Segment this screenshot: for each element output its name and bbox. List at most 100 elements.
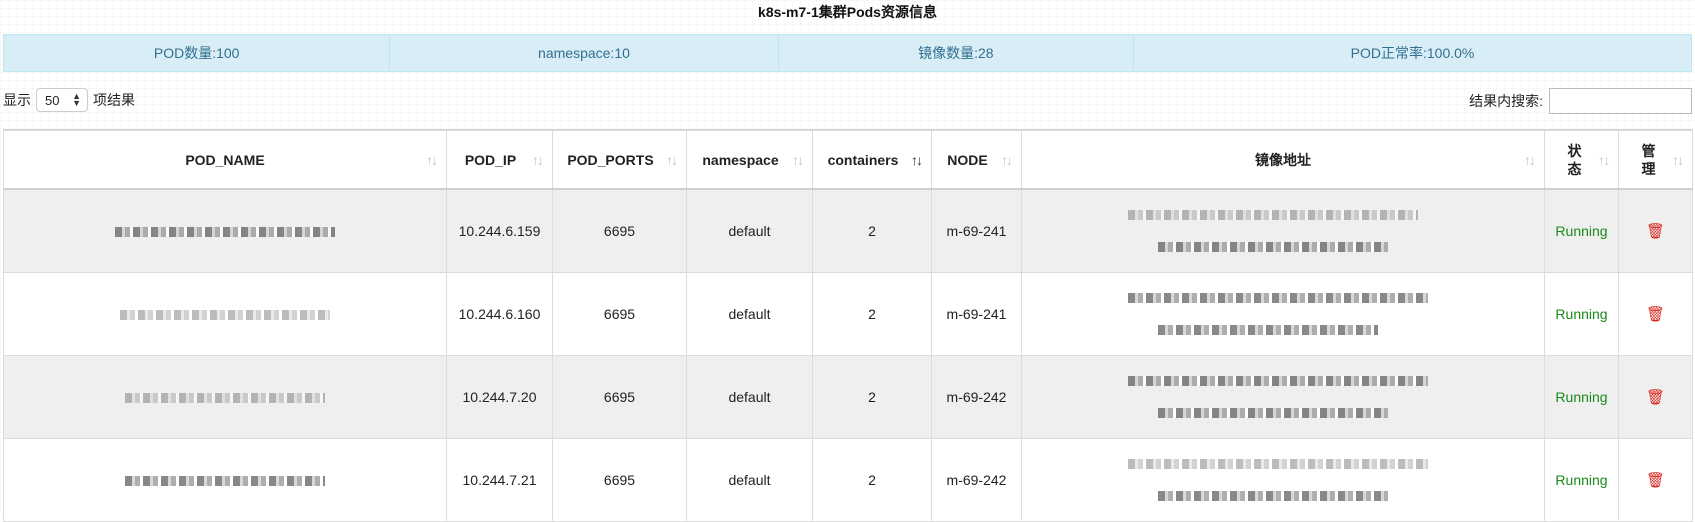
- redacted-pod-name: [120, 310, 330, 321]
- trash-icon[interactable]: 🗑: [1646, 305, 1665, 323]
- pod-ports-cell: 6695: [552, 355, 687, 439]
- sort-icon: ↑↓: [1001, 151, 1013, 168]
- col-label: containers: [827, 151, 899, 168]
- redacted-image: [1128, 376, 1428, 386]
- node-cell: m-69-242: [931, 438, 1022, 522]
- image-cell: [1021, 188, 1545, 273]
- redacted-image: [1158, 408, 1388, 418]
- col-pod-name[interactable]: POD_NAME ↑↓: [3, 129, 447, 190]
- sort-icon: ↑↓: [1598, 151, 1610, 168]
- col-pod-ip[interactable]: POD_IP ↑↓: [446, 129, 553, 190]
- containers-cell: 2: [812, 188, 932, 273]
- sort-icon: ↑↓: [532, 151, 544, 168]
- col-label: POD_PORTS: [567, 151, 654, 168]
- node-cell: m-69-241: [931, 272, 1022, 356]
- node-name: m-69-242: [946, 472, 1007, 488]
- image-cell: [1021, 272, 1545, 356]
- page-length-control: 显示 50 ▲ ▼ 项结果: [3, 88, 135, 112]
- redacted-image: [1158, 325, 1378, 335]
- stat-image-count: 镜像数量:28: [779, 35, 1134, 71]
- length-suffix: 项结果: [93, 92, 135, 108]
- stat-namespace-count: namespace:10: [390, 35, 779, 71]
- stats-bar: POD数量:100 namespace:10 镜像数量:28 POD正常率:10…: [3, 34, 1692, 72]
- col-manage[interactable]: 管理 ↑↓: [1618, 129, 1693, 190]
- table-row: 10.244.7.20 6695 default 2 m-69-242 Runn…: [3, 355, 1693, 439]
- stat-pod-health: POD正常率:100.0%: [1350, 45, 1475, 61]
- page-length-select[interactable]: 50 ▲ ▼: [36, 88, 88, 112]
- trash-icon[interactable]: 🗑: [1646, 222, 1665, 240]
- col-label: POD_NAME: [185, 151, 265, 168]
- manage-cell: 🗑: [1618, 188, 1693, 273]
- col-label: 镜像地址: [1255, 151, 1311, 168]
- pod-name-cell: [3, 188, 447, 273]
- table-row: 10.244.7.21 6695 default 2 m-69-242 Runn…: [3, 438, 1693, 522]
- node-name: m-69-242: [946, 389, 1007, 405]
- col-label: namespace: [702, 151, 779, 168]
- sort-icon: ↑↓: [792, 151, 804, 168]
- pod-ip-cell: 10.244.6.160: [446, 272, 553, 356]
- pod-ports-cell: 6695: [552, 188, 687, 273]
- containers-cell: 2: [812, 438, 932, 522]
- trash-icon[interactable]: 🗑: [1646, 471, 1665, 489]
- search-input[interactable]: [1549, 88, 1692, 114]
- page-length-value: 50: [45, 92, 60, 108]
- col-label: 状态: [1567, 142, 1582, 177]
- manage-cell: 🗑: [1618, 438, 1693, 522]
- namespace-cell: default: [686, 272, 813, 356]
- status-cell: Running: [1544, 355, 1619, 439]
- stat-pod-count: POD数量:100: [4, 35, 391, 71]
- node-cell: m-69-242: [931, 355, 1022, 439]
- containers-cell: 2: [812, 272, 932, 356]
- table-row: 10.244.6.160 6695 default 2 m-69-241 Run…: [3, 272, 1693, 356]
- namespace-cell: default: [686, 188, 813, 273]
- col-label: 管理: [1641, 142, 1656, 177]
- pod-ports-cell: 6695: [552, 272, 687, 356]
- status-cell: Running: [1544, 188, 1619, 273]
- pods-table: POD_NAME ↑↓ POD_IP ↑↓ POD_PORTS ↑↓ namespac…: [3, 129, 1693, 522]
- redacted-image: [1128, 210, 1418, 220]
- pod-name-cell: [3, 438, 447, 522]
- redacted-pod-name: [125, 393, 325, 404]
- col-status[interactable]: 状态 ↑↓: [1544, 129, 1619, 190]
- namespace-cell: default: [686, 438, 813, 522]
- image-cell: [1021, 438, 1545, 522]
- select-arrows-icon: ▲ ▼: [72, 91, 81, 108]
- redacted-pod-name: [115, 227, 335, 238]
- redacted-image: [1158, 242, 1388, 252]
- status-cell: Running: [1544, 438, 1619, 522]
- pod-ip-cell: 10.244.6.159: [446, 188, 553, 273]
- status-cell: Running: [1544, 272, 1619, 356]
- table-row: 10.244.6.159 6695 default 2 m-69-241 Run…: [3, 188, 1693, 273]
- sort-icon: ↑↓: [426, 151, 438, 168]
- node-cell: m-69-241: [931, 188, 1022, 273]
- search-control: 结果内搜索:: [1469, 88, 1692, 114]
- image-cell: [1021, 355, 1545, 439]
- pod-ip-cell: 10.244.7.21: [446, 438, 553, 522]
- manage-cell: 🗑: [1618, 355, 1693, 439]
- col-label: POD_IP: [464, 151, 517, 168]
- redacted-pod-name: [125, 476, 325, 487]
- col-node[interactable]: NODE ↑↓: [931, 129, 1022, 190]
- col-namespace[interactable]: namespace ↑↓: [686, 129, 813, 190]
- pod-ports-cell: 6695: [552, 438, 687, 522]
- col-containers[interactable]: containers ↑↓: [812, 129, 932, 190]
- col-pod-ports[interactable]: POD_PORTS ↑↓: [552, 129, 687, 190]
- redacted-image: [1128, 459, 1428, 469]
- pod-name-cell: [3, 272, 447, 356]
- containers-cell: 2: [812, 355, 932, 439]
- pod-name-cell: [3, 355, 447, 439]
- manage-cell: 🗑: [1618, 272, 1693, 356]
- sort-icon: ↑↓: [1672, 151, 1684, 168]
- page-title: k8s-m7-1集群Pods资源信息: [758, 4, 937, 20]
- search-label: 结果内搜索:: [1469, 93, 1543, 109]
- redacted-image: [1158, 491, 1388, 501]
- col-image[interactable]: 镜像地址 ↑↓: [1021, 129, 1545, 190]
- table-header-row: POD_NAME ↑↓ POD_IP ↑↓ POD_PORTS ↑↓ namespac…: [3, 129, 1693, 190]
- sort-icon: ↑↓: [1524, 151, 1536, 168]
- namespace-cell: default: [686, 355, 813, 439]
- sort-icon: ↑↓: [666, 151, 678, 168]
- redacted-image: [1128, 293, 1428, 303]
- pod-ip-cell: 10.244.7.20: [446, 355, 553, 439]
- trash-icon[interactable]: 🗑: [1646, 388, 1665, 406]
- col-label: NODE: [947, 151, 988, 168]
